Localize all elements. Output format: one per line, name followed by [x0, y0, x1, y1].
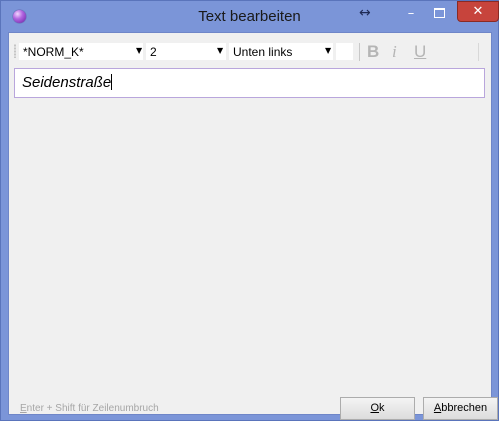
toolbar-grip-icon[interactable] [14, 44, 16, 58]
cancel-button[interactable]: Abbrechen [423, 397, 498, 420]
ok-button[interactable]: Ok [340, 397, 415, 420]
hint-mnemonic: E [20, 403, 27, 414]
resize-arrows-icon[interactable]: ↔ [359, 5, 371, 21]
close-button[interactable]: ✕ [457, 1, 499, 22]
toolbar-end-separator [478, 43, 479, 61]
size-dropdown[interactable]: 2 ▼ [146, 43, 226, 60]
italic-button[interactable]: i [392, 42, 397, 62]
font-dropdown-value: *NORM_K* [23, 45, 84, 59]
size-dropdown-value: 2 [150, 45, 157, 59]
cancel-label: bbrechen [441, 402, 488, 414]
editor-text-value: Seidenstraße [22, 74, 112, 91]
toolbar-separator [359, 43, 360, 61]
dialog-window: Text bearbeiten ↔ – ✕ *NORM_K* ▼ 2 ▼ Unt… [0, 0, 499, 421]
alignment-dropdown[interactable]: Unten links ▼ [229, 43, 333, 60]
bold-button[interactable]: B [367, 42, 379, 62]
chevron-down-icon[interactable]: ▼ [217, 46, 223, 55]
ok-mnemonic: O [370, 402, 380, 414]
line-break-hint: Enter + Shift für Zeilenumbruch [20, 403, 159, 414]
color-field[interactable] [336, 43, 353, 60]
maximize-button[interactable] [426, 4, 452, 24]
font-dropdown[interactable]: *NORM_K* ▼ [19, 43, 143, 60]
underline-button[interactable]: U [414, 42, 426, 62]
chevron-down-icon[interactable]: ▼ [136, 46, 142, 55]
ok-label: k [379, 402, 385, 414]
minimize-button[interactable]: – [398, 4, 424, 24]
text-editor-field[interactable]: Seidenstraße [14, 68, 485, 98]
chevron-down-icon[interactable]: ▼ [325, 46, 331, 55]
dialog-client-area: *NORM_K* ▼ 2 ▼ Unten links ▼ B i U Seide… [8, 32, 498, 420]
format-toolbar: *NORM_K* ▼ 2 ▼ Unten links ▼ B i U [9, 33, 491, 66]
title-bar[interactable]: Text bearbeiten ↔ – ✕ [1, 1, 499, 32]
text-caret [111, 74, 113, 90]
hint-text: nter + Shift für Zeilenumbruch [26, 403, 159, 414]
alignment-dropdown-value: Unten links [233, 45, 293, 59]
editor-text: Seidenstraße [22, 74, 113, 91]
maximize-icon [433, 8, 445, 18]
